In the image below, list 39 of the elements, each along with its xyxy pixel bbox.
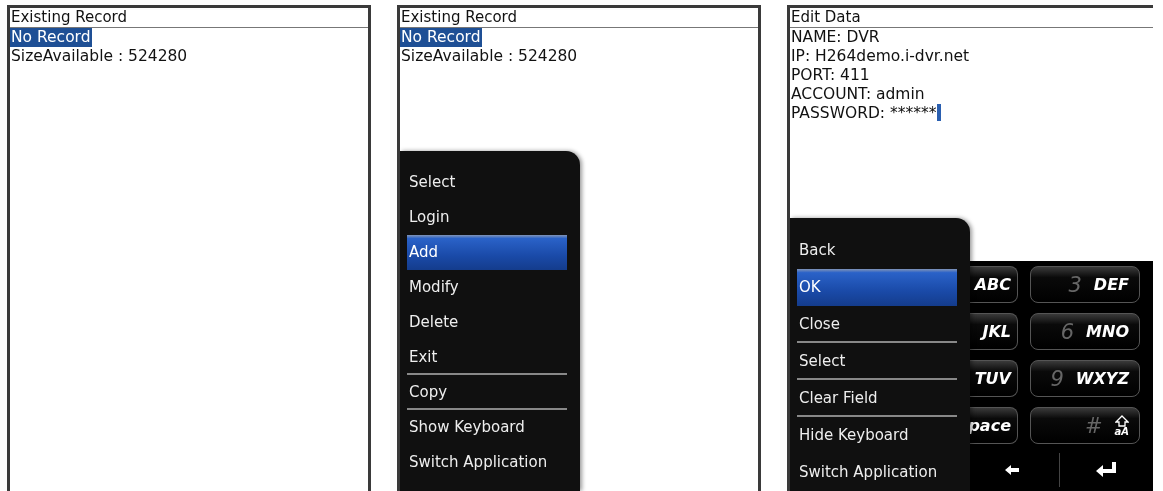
shift-key[interactable]: # aA [1030,407,1140,444]
menu-item[interactable]: Exit [407,340,567,375]
record-line[interactable]: SizeAvailable : 524280 [400,47,579,66]
keyboard-key[interactable]: 3 DEF [1030,266,1140,303]
key-letters: MNO [1086,322,1129,341]
menu-item[interactable]: Close [797,306,957,343]
key-number: 3 [1068,272,1082,297]
menu-item[interactable]: Hide Keyboard [797,417,957,454]
menu-item[interactable]: Clear Field [797,380,957,417]
shift-arrow-icon [1114,414,1129,427]
key-number: # [1084,413,1103,438]
menu-item[interactable]: Select [407,165,567,200]
key-number: 6 [1060,319,1075,344]
record-line[interactable]: SizeAvailable : 524280 [10,47,189,66]
record-line[interactable]: IP: H264demo.i-dvr.net [790,47,971,66]
menu-item[interactable]: Add [407,235,567,270]
record-line[interactable]: PASSWORD: ****** [790,104,942,123]
menu-item[interactable]: Delete [407,305,567,340]
key-letters: aA [1114,426,1129,437]
key-letters: WXYZ [1075,369,1129,388]
menu-item[interactable]: Login [407,200,567,235]
record-line[interactable]: PORT: 411 [790,66,871,85]
menu-item[interactable]: Back [797,232,957,269]
keyboard-key[interactable]: 9 WXYZ [1030,360,1140,397]
record-line[interactable]: ACCOUNT: admin [790,85,926,104]
key-number: 9 [1050,366,1064,391]
enter-arrow-icon[interactable] [1096,462,1117,478]
menu-item[interactable]: Switch Application [407,445,567,480]
screen-title: Edit Data [790,8,1153,28]
backspace-arrow-icon[interactable] [1004,465,1019,475]
menu-item[interactable]: Select [797,343,957,380]
record-line[interactable]: NAME: DVR [790,28,881,47]
menu-item[interactable]: OK [797,269,957,306]
key-letters: DEF [1093,275,1129,294]
keyboard-key[interactable]: 6 MNO [1030,313,1140,350]
menu-item[interactable]: Modify [407,270,567,305]
menu-item[interactable]: Show Keyboard [407,410,567,445]
menu-item[interactable]: Switch Application [797,454,957,491]
menu-item[interactable]: Copy [407,375,567,410]
